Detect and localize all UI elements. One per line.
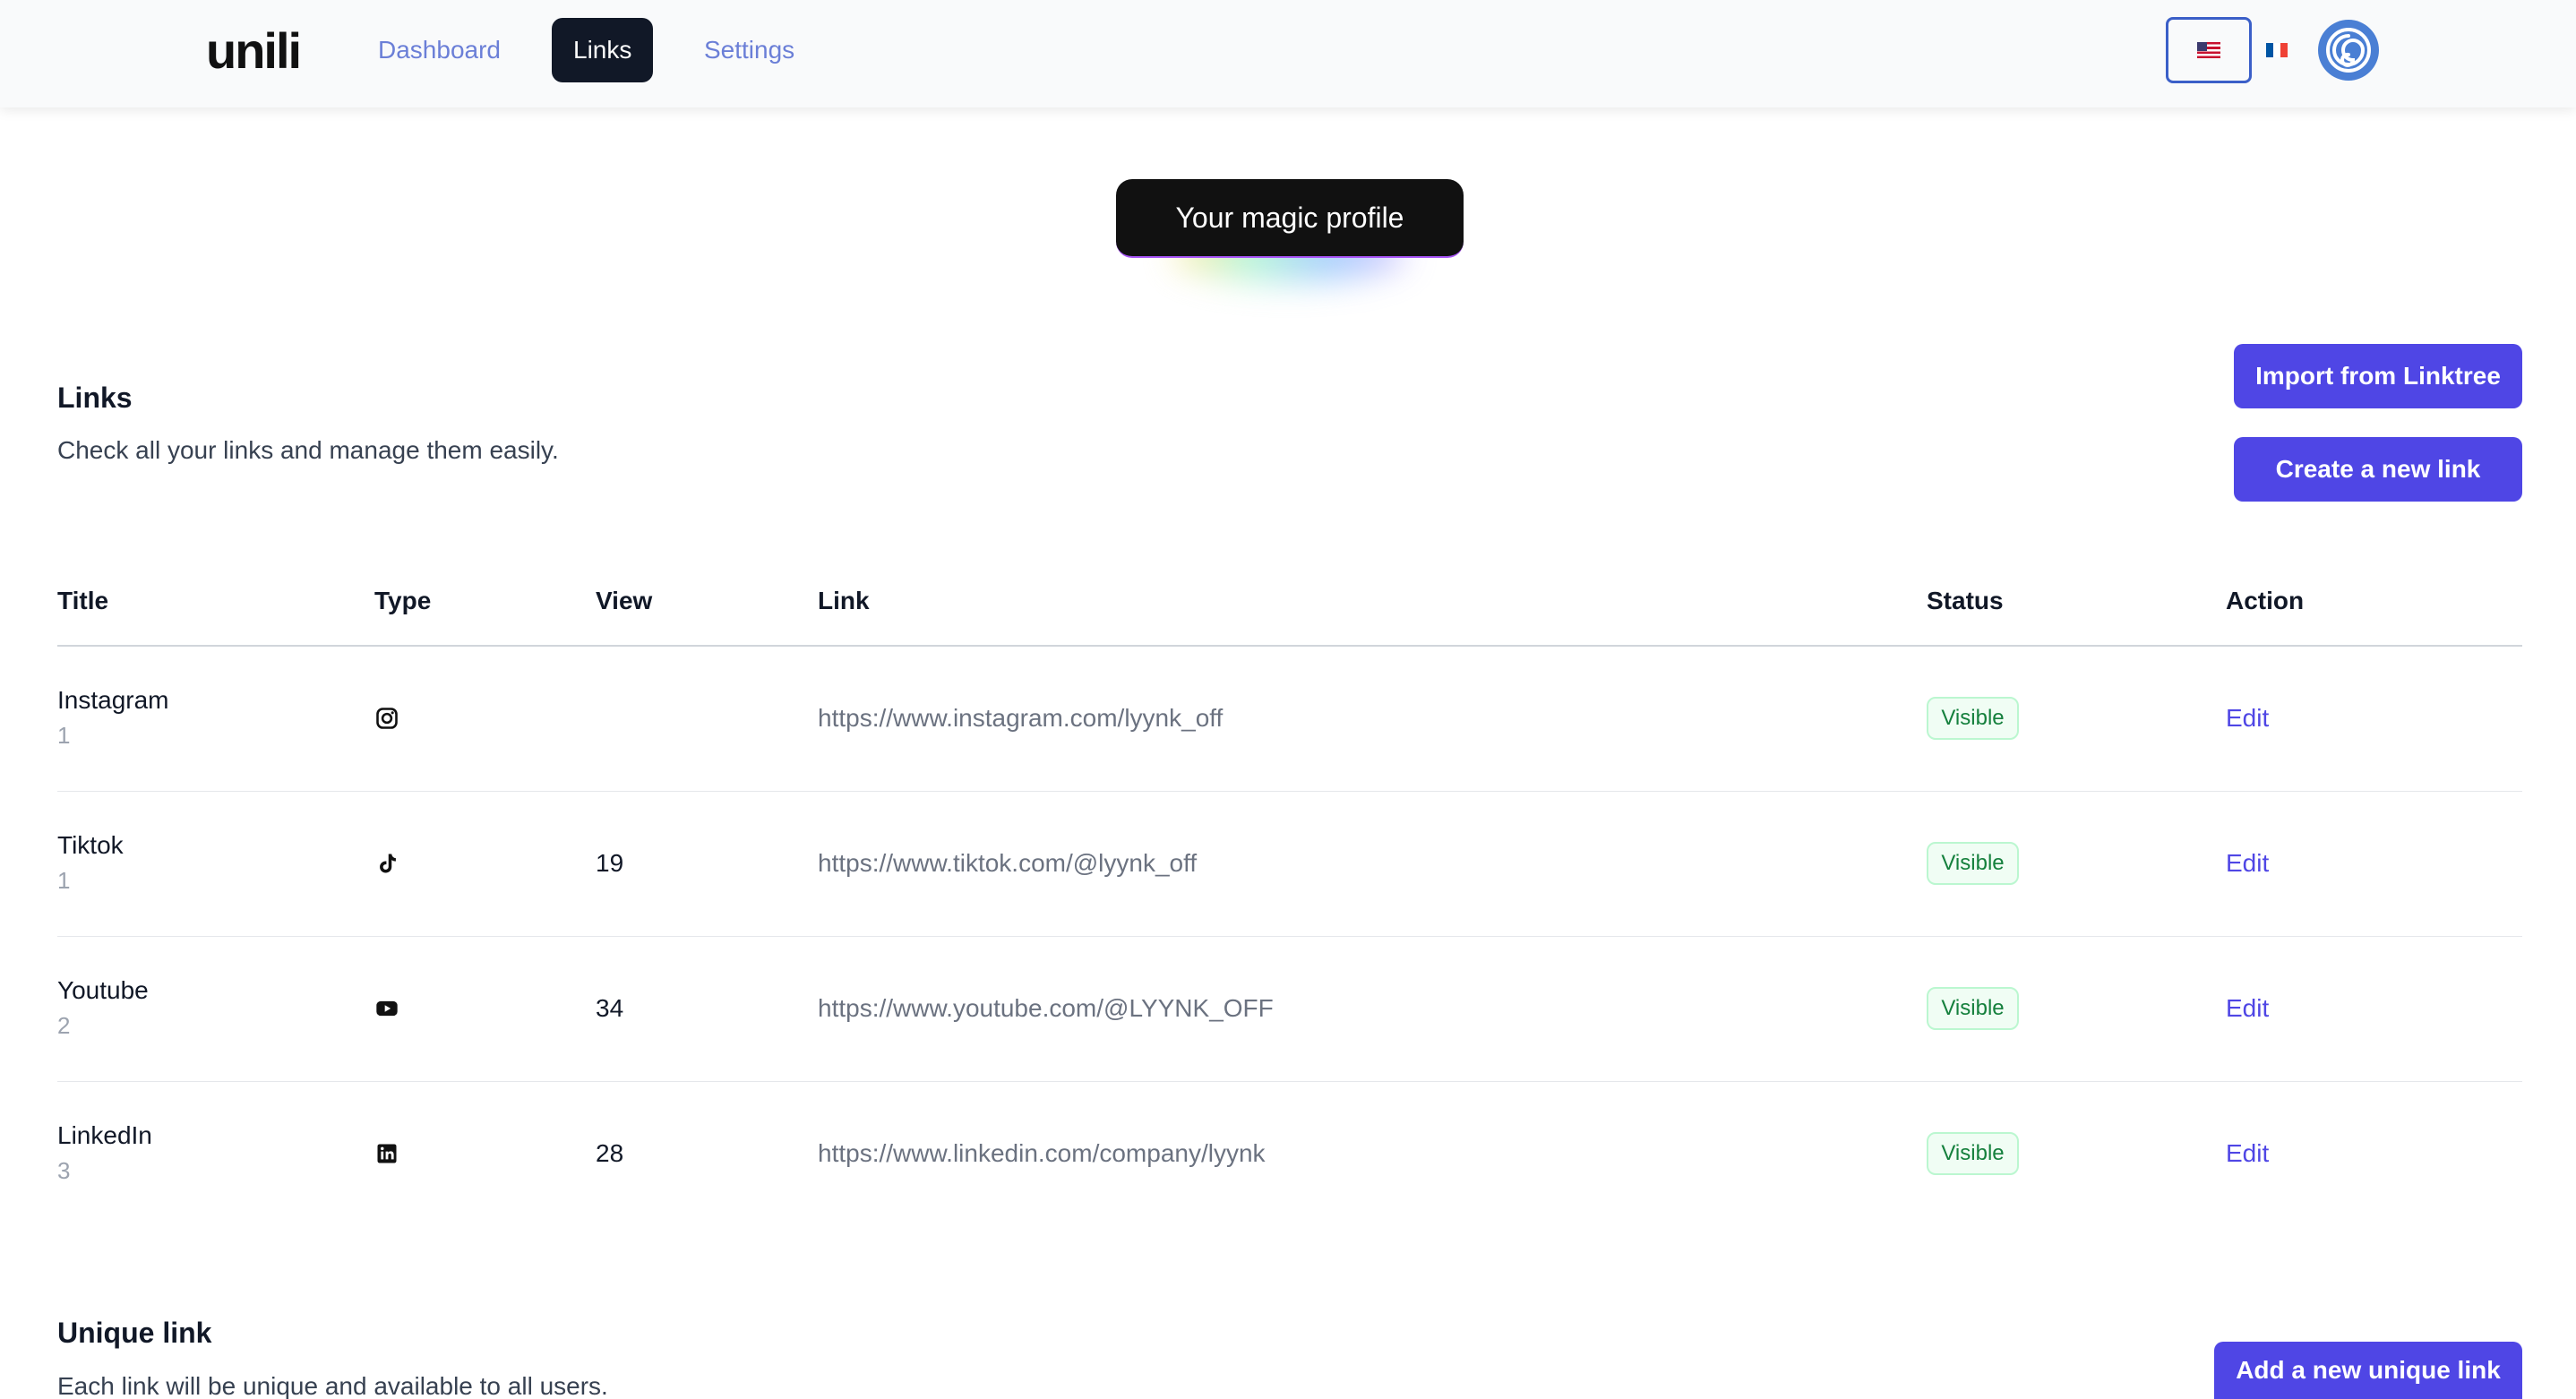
- row-order: 1: [57, 867, 71, 894]
- links-section-description: Check all your links and manage them eas…: [57, 436, 559, 464]
- column-header-view: View: [596, 587, 653, 614]
- column-header-action: Action: [2226, 587, 2305, 614]
- status-badge: Visible: [1927, 697, 2019, 740]
- import-linktree-button[interactable]: Import from Linktree: [2234, 344, 2522, 408]
- row-divider: [57, 936, 2522, 937]
- user-avatar[interactable]: [2318, 20, 2379, 81]
- row-link-url: https://www.youtube.com/@LYYNK_OFF: [818, 994, 1274, 1022]
- nav-dashboard[interactable]: Dashboard: [356, 18, 522, 82]
- column-header-link: Link: [818, 587, 870, 614]
- row-order: 3: [57, 1157, 71, 1184]
- us-flag-icon: [2197, 42, 2220, 58]
- unique-link-section-description: Each link will be unique and available t…: [57, 1372, 608, 1399]
- status-badge: Visible: [1927, 987, 2019, 1030]
- create-link-button[interactable]: Create a new link: [2234, 437, 2522, 502]
- nav-settings[interactable]: Settings: [683, 18, 816, 82]
- row-divider: [57, 1081, 2522, 1082]
- edit-link-button[interactable]: Edit: [2226, 1139, 2269, 1168]
- edit-link-button[interactable]: Edit: [2226, 704, 2269, 733]
- edit-link-button[interactable]: Edit: [2226, 994, 2269, 1023]
- tiktok-icon: [380, 854, 396, 873]
- row-title: Youtube: [57, 976, 149, 1004]
- spiral-avatar-icon: [2326, 28, 2371, 73]
- row-view-count: 34: [596, 994, 624, 1022]
- table-header-divider: [57, 645, 2522, 647]
- row-order: 2: [57, 1012, 71, 1039]
- row-divider: [57, 791, 2522, 792]
- status-badge: Visible: [1927, 1132, 2019, 1175]
- row-link-url: https://www.instagram.com/lyynk_off: [818, 704, 1224, 732]
- row-view-count: 28: [596, 1139, 624, 1167]
- row-title: LinkedIn: [57, 1121, 152, 1149]
- row-order: 1: [57, 722, 71, 749]
- row-title: Instagram: [57, 686, 169, 714]
- unique-link-section-title: Unique link: [57, 1317, 212, 1349]
- column-header-title: Title: [57, 587, 109, 614]
- instagram-icon: [376, 708, 398, 729]
- youtube-icon: [376, 1000, 398, 1017]
- language-fr-button[interactable]: [2234, 17, 2320, 83]
- links-section-title: Links: [57, 382, 133, 414]
- magic-profile-button[interactable]: Your magic profile: [1116, 179, 1464, 258]
- row-link-url: https://www.linkedin.com/company/lyynk: [818, 1139, 1266, 1167]
- add-unique-link-button[interactable]: Add a new unique link: [2214, 1342, 2522, 1399]
- row-title: Tiktok: [57, 831, 124, 859]
- status-badge: Visible: [1927, 842, 2019, 885]
- edit-link-button[interactable]: Edit: [2226, 849, 2269, 878]
- row-link-url: https://www.tiktok.com/@lyynk_off: [818, 849, 1198, 877]
- nav-links[interactable]: Links: [552, 18, 654, 82]
- column-header-type: Type: [374, 587, 432, 614]
- column-header-status: Status: [1927, 587, 2004, 614]
- row-view-count: 19: [596, 849, 624, 877]
- fr-flag-icon: [2266, 43, 2288, 57]
- app-logo[interactable]: unili: [206, 20, 302, 82]
- linkedin-icon: [377, 1144, 397, 1163]
- top-navbar: unili Dashboard Links Settings: [0, 0, 2576, 107]
